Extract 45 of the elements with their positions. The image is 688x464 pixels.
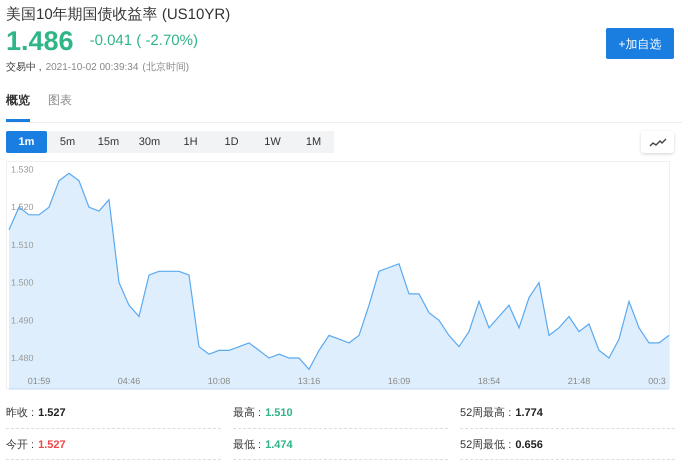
period-tab[interactable]: 15m [88, 131, 129, 154]
period-tab[interactable]: 30m [129, 131, 170, 154]
stat-label: 最高 : [233, 406, 262, 422]
x-axis-label: 13:16 [298, 376, 320, 386]
x-axis-label: 18:54 [478, 376, 500, 386]
period-tab[interactable]: 5m [47, 131, 88, 154]
y-axis-label: 1.530 [11, 164, 34, 175]
chart-type-button[interactable] [641, 131, 674, 154]
y-axis-label: 1.520 [11, 202, 34, 212]
stat-label: 昨收 : [6, 406, 34, 422]
period-tab[interactable]: 1H [170, 131, 211, 154]
period-tab[interactable]: 1M [293, 131, 334, 154]
price-change: -0.041 ( -2.70%) [90, 30, 198, 51]
y-axis-label: 1.510 [11, 240, 34, 250]
x-axis-label: 21:48 [568, 376, 590, 386]
stat-value: 0.656 [515, 438, 543, 453]
stat-value: 1.474 [265, 438, 293, 453]
period-tab[interactable]: 1m [6, 131, 47, 154]
x-axis-label: 01:59 [28, 376, 50, 386]
x-axis-label: 00:3 [648, 376, 666, 386]
y-axis-label: 1.480 [11, 353, 34, 364]
stat-value: 1.510 [265, 406, 293, 422]
quote-title: 美国10年期国债收益率 (US10YR) [6, 5, 230, 25]
timezone-label: (北京时间) [142, 60, 190, 76]
x-axis-label: 10:08 [208, 376, 230, 386]
line-chart-icon [648, 138, 666, 148]
tab[interactable]: 概览 [6, 91, 30, 122]
x-axis-label: 16:09 [388, 376, 410, 386]
tab[interactable]: 图表 [48, 91, 72, 122]
x-axis-label: 04:46 [118, 376, 140, 386]
period-tab[interactable]: 1D [211, 131, 252, 154]
price-value: 1.486 [6, 26, 74, 56]
timestamp: 2021-10-02 00:39:34 [46, 61, 138, 76]
stat-value: 1.527 [38, 406, 66, 422]
stat-label: 52周最高 : [460, 406, 512, 422]
stat-value: 1.527 [38, 438, 66, 453]
stat-label: 52周最低 : [460, 438, 512, 453]
stat-label: 最低 : [233, 438, 262, 453]
period-tab[interactable]: 1W [252, 131, 293, 154]
add-watchlist-button[interactable]: +加自选 [606, 28, 674, 59]
stat-value: 1.774 [515, 406, 543, 422]
trading-status: 交易中 , [6, 60, 42, 76]
y-axis-label: 1.500 [11, 278, 34, 288]
stat-label: 今开 : [6, 438, 34, 453]
y-axis-label: 1.490 [11, 315, 34, 326]
